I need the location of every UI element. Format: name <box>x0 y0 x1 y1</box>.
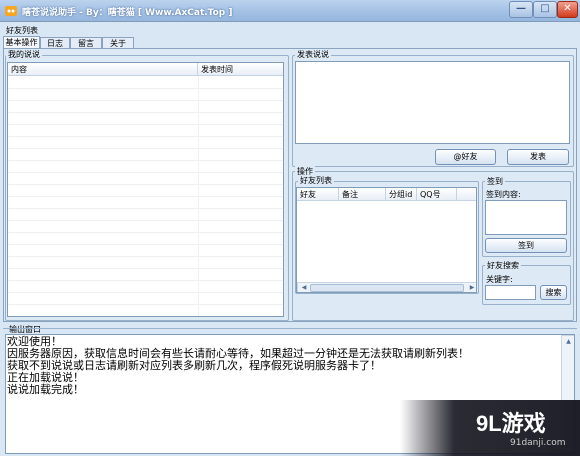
checkin-button[interactable]: 签到 <box>485 238 567 253</box>
checkin-content-input[interactable] <box>485 200 567 235</box>
watermark-brand: 9L游戏 <box>476 411 546 436</box>
column-friend[interactable]: 好友 <box>297 188 339 201</box>
column-qq-number[interactable]: QQ号 <box>417 188 457 201</box>
publish-button[interactable]: 发表 <box>507 149 569 165</box>
friend-list[interactable]: 好友 备注 分组id QQ号 ◀ ▶ <box>296 187 477 293</box>
friend-list-title: 好友列表 <box>298 175 334 186</box>
row-line <box>8 280 283 281</box>
row-line <box>8 316 284 317</box>
search-button[interactable]: 搜索 <box>540 285 567 300</box>
column-content[interactable]: 内容 <box>8 63 198 76</box>
row-line <box>8 184 283 185</box>
keyword-input[interactable] <box>485 285 536 300</box>
publish-text-input[interactable] <box>295 61 570 144</box>
row-line <box>8 292 283 293</box>
scroll-up-icon[interactable]: ▲ <box>563 337 574 347</box>
my-shuoshuo-title: 我的说说 <box>6 49 42 60</box>
row-line <box>8 88 283 89</box>
watermark: 9L游戏 91danji.com <box>400 400 580 456</box>
scroll-thumb[interactable] <box>310 284 464 292</box>
my-shuoshuo-list[interactable]: 内容 发表时间 <box>7 62 284 317</box>
row-line <box>8 124 283 125</box>
row-line <box>8 256 283 257</box>
row-line <box>8 172 283 173</box>
column-publish-time[interactable]: 发表时间 <box>198 63 283 76</box>
row-line <box>8 160 283 161</box>
column-remark[interactable]: 备注 <box>339 188 386 201</box>
row-line <box>8 208 283 209</box>
scroll-left-icon[interactable]: ◀ <box>299 283 309 292</box>
list-header: 内容 发表时间 <box>8 63 283 76</box>
row-line <box>8 136 283 137</box>
close-button[interactable]: ✕ <box>557 1 578 18</box>
row-line <box>8 148 283 149</box>
at-friend-button[interactable]: @好友 <box>435 149 496 165</box>
row-line <box>8 244 283 245</box>
row-line <box>8 232 283 233</box>
column-group-id[interactable]: 分组id <box>386 188 417 201</box>
maximize-button[interactable]: □ <box>533 1 557 18</box>
keyword-label: 关键字: <box>486 275 513 284</box>
app-icon <box>4 4 18 18</box>
row-line <box>8 196 283 197</box>
menu-item-friend-list[interactable]: 好友列表 <box>6 25 38 36</box>
row-line <box>8 100 283 101</box>
watermark-url: 91danji.com <box>510 438 566 448</box>
row-line <box>8 220 283 221</box>
row-line <box>8 112 283 113</box>
checkin-content-label: 签到内容: <box>486 190 521 199</box>
row-line <box>8 304 283 305</box>
publish-title: 发表说说 <box>295 49 331 60</box>
friend-search-title: 好友搜索 <box>485 260 521 271</box>
output-divider <box>3 328 577 329</box>
row-line <box>8 268 283 269</box>
checkin-title: 签到 <box>485 176 505 187</box>
window-title: 瞎苍说说助手 - By：瞎苍猫 [ Www.AxCat.Top ] <box>22 8 233 18</box>
scroll-right-icon[interactable]: ▶ <box>467 283 476 292</box>
horizontal-scrollbar[interactable]: ◀ ▶ <box>297 282 476 292</box>
output-line: 说说加载完成！ <box>7 383 84 396</box>
title-bar[interactable]: 瞎苍说说助手 - By：瞎苍猫 [ Www.AxCat.Top ] — □ ✕ <box>0 0 580 22</box>
minimize-button[interactable]: — <box>509 1 533 18</box>
friend-list-header: 好友 备注 分组id QQ号 <box>297 188 476 201</box>
